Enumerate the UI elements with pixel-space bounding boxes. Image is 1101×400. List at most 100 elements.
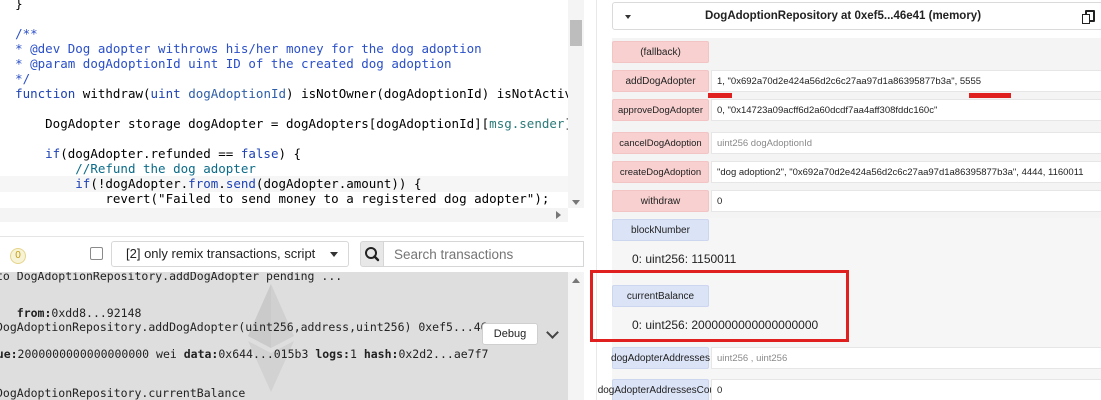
- log-hash-label: hash:: [363, 347, 399, 361]
- function-output: 0: uint256: 1150011: [632, 252, 737, 266]
- log-value-value: 2000000000000000000 wei: [17, 347, 177, 361]
- contract-instance-header[interactable]: DogAdoptionRepository at 0xef5...46e41 (…: [612, 2, 1101, 30]
- log-logs-value: 1: [349, 347, 357, 361]
- log-from-line: from:0xdd8...92148: [0, 306, 142, 320]
- code-token: function: [15, 86, 83, 101]
- code-token: "Failed to send money to a registered do…: [158, 191, 535, 206]
- function-button-canceldogadoption[interactable]: cancelDogAdoption: [612, 132, 709, 154]
- code-token: if: [75, 176, 91, 191]
- function-button-currentbalance[interactable]: currentBalance: [612, 285, 709, 307]
- search-icon: [365, 247, 380, 262]
- scroll-up-arrow-icon[interactable]: [572, 278, 580, 283]
- code-token: withdraw: [82, 86, 144, 101]
- function-button-adddogadopter[interactable]: addDogAdopter: [612, 70, 709, 92]
- contract-instance-title: DogAdoptionRepository at 0xef5...46e41 (…: [704, 10, 982, 22]
- code-token: (dogAdopter.refunded ==: [60, 146, 241, 161]
- editor-vertical-scrollbar[interactable]: [568, 0, 584, 208]
- transaction-filter-select[interactable]: [2] only remix transactions, script: [111, 241, 349, 267]
- terminal-scrollbar[interactable]: [568, 272, 584, 400]
- listen-network-checkbox[interactable]: [90, 247, 103, 260]
- code-line: if(dogAdopter.refunded == false) {: [0, 146, 568, 162]
- search-button[interactable]: [360, 241, 384, 267]
- code-line: * @param dogAdoptionId uint ID of the cr…: [0, 56, 568, 72]
- terminal-log[interactable]: to DogAdoptionRepository.addDogAdopter p…: [0, 272, 584, 400]
- code-token: ) {: [278, 146, 302, 161]
- chevron-down-icon[interactable]: [546, 326, 559, 339]
- log-from-value: 0xdd8...92148: [51, 306, 142, 320]
- scroll-down-arrow-icon[interactable]: [572, 200, 580, 205]
- function-args-input[interactable]: "dog adoption2", "0x692a70d2e424a56d2c6c…: [711, 161, 1101, 183]
- log-hash-value: 0x2d2...ae7f7: [398, 347, 489, 361]
- function-button-dogadopteraddresses[interactable]: dogAdopterAddresses: [611, 347, 710, 369]
- log-value-label: value:: [0, 347, 18, 361]
- caret-down-icon: [330, 252, 338, 257]
- scroll-right-arrow-icon[interactable]: [556, 211, 561, 219]
- code-line: //Refund the dog adopter: [0, 161, 568, 177]
- code-area[interactable]: } /** * @dev Dog adopter withrows his/he…: [0, 0, 568, 208]
- code-token: //Refund the dog adopter: [75, 161, 256, 176]
- debug-button[interactable]: Debug: [482, 323, 538, 345]
- code-token: .: [218, 176, 226, 191]
- editor-horizontal-scrollbar[interactable]: [0, 208, 568, 222]
- filter-select-label: [2] only remix transactions, script: [126, 246, 316, 261]
- code-line: */: [0, 71, 568, 87]
- code-token: false: [240, 146, 279, 161]
- log-data-value: 0x644...015b3: [218, 347, 309, 361]
- code-token: DogAdopter storage dogAdopter = dogAdopt…: [45, 116, 490, 131]
- function-output: 0: uint256: 2000000000000000000: [632, 318, 819, 332]
- function-args-input[interactable]: uint256 , uint256: [711, 347, 1101, 369]
- function-button-withdraw[interactable]: withdraw: [612, 190, 709, 212]
- deployed-contract-panel: DogAdoptionRepository at 0xef5...46e41 (…: [596, 0, 1101, 400]
- code-line: DogAdopter storage dogAdopter = dogAdopt…: [0, 116, 568, 132]
- code-token: (: [143, 86, 151, 101]
- code-token: ) isNotOwner(dogAdoptionId) isNotActive(…: [286, 86, 568, 101]
- code-token: msg.sender: [489, 116, 565, 131]
- code-line: revert("Failed to send money to a regist…: [0, 191, 568, 207]
- terminal-toolbar: 0 [2] only remix transactions, script: [0, 236, 584, 272]
- code-token: * @dev Dog adopter withrows his/her mone…: [15, 41, 482, 56]
- log-from-label: from:: [16, 306, 52, 320]
- code-token: }: [15, 0, 23, 11]
- log-data-label: data:: [183, 347, 219, 361]
- code-line: * @dev Dog adopter withrows his/her mone…: [0, 41, 568, 57]
- log-pending-line: to DogAdoptionRepository.addDogAdopter p…: [0, 272, 343, 283]
- function-button-fallback[interactable]: (fallback): [612, 41, 709, 63]
- code-token: /**: [15, 26, 38, 41]
- clipboard-icon[interactable]: [1082, 10, 1095, 24]
- function-args-input[interactable]: 0, "0x14723a09acff6d2a60dcdf7aa4aff308fd…: [711, 99, 1101, 121]
- editor-scroll-thumb[interactable]: [570, 20, 582, 46]
- code-token: if: [45, 146, 61, 161]
- code-token: send: [225, 176, 256, 191]
- pending-transactions-badge[interactable]: 0: [10, 248, 26, 264]
- call-functions-group: [612, 218, 1101, 400]
- code-token: );: [534, 191, 550, 206]
- function-args-input[interactable]: 0: [711, 379, 1101, 400]
- function-button-blocknumber[interactable]: blockNumber: [612, 219, 709, 241]
- code-token: (!dogAdopter.: [90, 176, 189, 191]
- function-button-createdogadoption[interactable]: createDogAdoption: [612, 161, 709, 183]
- function-args-input[interactable]: 1, "0x692a70d2e424a56d2c6c27aa97d1a86395…: [711, 70, 1101, 92]
- code-token: uint: [150, 86, 189, 101]
- code-line: function withdraw(uint dogAdoptionId) is…: [0, 86, 568, 102]
- code-token: */: [15, 71, 31, 86]
- function-button-approvedogadopter[interactable]: approveDogAdopter: [612, 99, 709, 121]
- code-token: (dogAdopter.amount)) {: [255, 176, 422, 191]
- annotation-underline: [708, 93, 732, 98]
- search-transactions-input[interactable]: [384, 241, 584, 267]
- function-args-input[interactable]: uint256 dogAdoptionId: [711, 132, 1101, 154]
- code-token: from: [188, 176, 219, 191]
- code-editor[interactable]: } /** * @dev Dog adopter withrows his/he…: [0, 0, 584, 222]
- function-button-dogadopteraddressescount[interactable]: dogAdopterAddressesCount: [598, 379, 723, 400]
- function-args-input[interactable]: 0: [711, 190, 1101, 212]
